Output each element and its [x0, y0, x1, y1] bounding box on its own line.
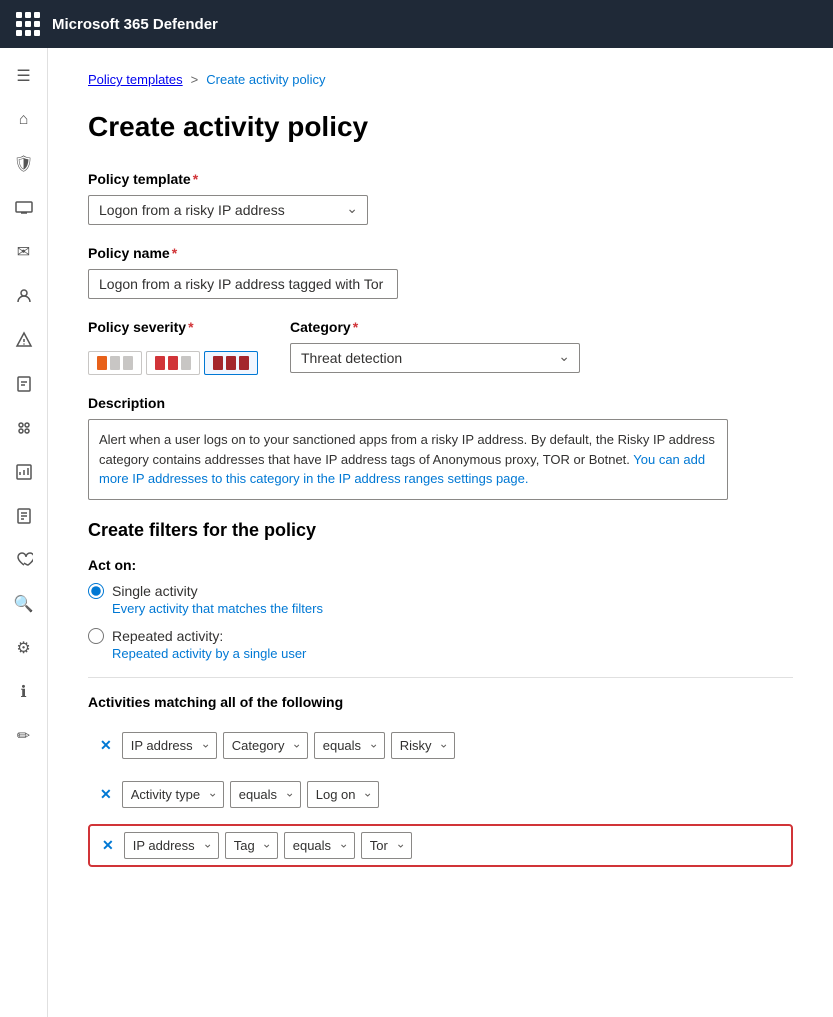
filter-row-2: ✕ Activity type equals Log on [88, 775, 793, 814]
filter-row-1: ✕ IP address Category equals Risky [88, 726, 793, 765]
filter-3-field3-select[interactable]: equals [284, 832, 355, 859]
settings-icon[interactable]: ⚙ [4, 628, 44, 668]
single-activity-radio[interactable] [88, 583, 104, 599]
severity-options [88, 351, 258, 375]
category-section: Category* Threat detection [290, 319, 580, 373]
apps-icon[interactable] [4, 408, 44, 448]
breadcrumb-parent[interactable]: Policy templates [88, 72, 183, 87]
section-divider [88, 677, 793, 678]
breadcrumb: Policy templates > Create activity polic… [88, 72, 793, 87]
severity-category-row: Policy severity* Category* [88, 319, 793, 375]
filter-1-field4-wrapper: Risky [391, 732, 455, 759]
severity-label: Policy severity* [88, 319, 258, 335]
page-title: Create activity policy [88, 111, 793, 143]
filter-3-field4-select[interactable]: Tor [361, 832, 412, 859]
severity-high-button[interactable] [204, 351, 258, 375]
description-label: Description [88, 395, 793, 411]
category-select[interactable]: Threat detection [290, 343, 580, 373]
app-title: Microsoft 365 Defender [52, 16, 218, 33]
description-text: Alert when a user logs on to your sancti… [88, 419, 728, 500]
severity-low-button[interactable] [88, 351, 142, 375]
filter-1-remove-button[interactable]: ✕ [96, 735, 116, 756]
filter-3-field2-wrapper: Tag [225, 832, 278, 859]
info-icon[interactable]: ℹ [4, 672, 44, 712]
single-activity-option: Single activity Every activity that matc… [88, 583, 793, 616]
filter-3-field1-select[interactable]: IP address [124, 832, 219, 859]
filter-3-remove-button[interactable]: ✕ [98, 835, 118, 856]
topbar: Microsoft 365 Defender [0, 0, 833, 48]
search-icon[interactable]: 🔍 [4, 584, 44, 624]
home-icon[interactable]: ⌂ [4, 100, 44, 140]
repeated-activity-option: Repeated activity: Repeated activity by … [88, 628, 793, 661]
filter-2-field2-select[interactable]: equals [230, 781, 301, 808]
repeated-activity-radio[interactable] [88, 628, 104, 644]
filter-1-field4-select[interactable]: Risky [391, 732, 455, 759]
repeated-activity-sublabel: Repeated activity by a single user [112, 646, 793, 661]
reports-icon[interactable] [4, 452, 44, 492]
category-select-wrapper: Threat detection [290, 343, 580, 373]
policy-name-input[interactable] [88, 269, 398, 299]
repeated-activity-label: Repeated activity: [112, 628, 223, 644]
policy-name-section: Policy name* [88, 245, 793, 299]
email-icon[interactable]: ✉ [4, 232, 44, 272]
policy-template-select-wrapper: Logon from a risky IP address [88, 195, 368, 225]
filter-1-field1-wrapper: IP address [122, 732, 217, 759]
filter-3-field1-wrapper: IP address [124, 832, 219, 859]
policy-template-section: Policy template* Logon from a risky IP a… [88, 171, 793, 225]
breadcrumb-current: Create activity policy [206, 72, 325, 87]
breadcrumb-separator: > [191, 72, 199, 87]
compliance-icon[interactable] [4, 364, 44, 404]
filter-1-field2-select[interactable]: Category [223, 732, 308, 759]
single-activity-sublabel: Every activity that matches the filters [112, 601, 793, 616]
act-on-label: Act on: [88, 557, 793, 573]
filter-2-remove-button[interactable]: ✕ [96, 784, 116, 805]
identity-icon[interactable] [4, 276, 44, 316]
filter-2-field1-wrapper: Activity type [122, 781, 224, 808]
filter-1-field3-select[interactable]: equals [314, 732, 385, 759]
create-filters-heading: Create filters for the policy [88, 520, 793, 541]
filter-3-field4-wrapper: Tor [361, 832, 412, 859]
device-icon[interactable] [4, 188, 44, 228]
sidebar: ☰ ⌂ 🛡 ✉ 🔍 ⚙ ℹ ✏ [0, 48, 48, 1017]
filter-2-field2-wrapper: equals [230, 781, 301, 808]
filter-1-field2-wrapper: Category [223, 732, 308, 759]
filter-3-field3-wrapper: equals [284, 832, 355, 859]
activities-heading: Activities matching all of the following [88, 694, 793, 710]
policy-template-select[interactable]: Logon from a risky IP address [88, 195, 368, 225]
filter-1-field1-select[interactable]: IP address [122, 732, 217, 759]
filter-2-field3-wrapper: Log on [307, 781, 379, 808]
vulnerability-icon[interactable] [4, 320, 44, 360]
menu-icon[interactable]: ☰ [4, 56, 44, 96]
severity-medium-button[interactable] [146, 351, 200, 375]
main-content: Policy templates > Create activity polic… [48, 48, 833, 1017]
app-launcher-icon[interactable] [16, 12, 40, 36]
description-link[interactable]: You can add more IP addresses to this ca… [99, 452, 705, 487]
filter-row-3: ✕ IP address Tag equals Tor [88, 824, 793, 867]
shield-icon[interactable]: 🛡 [4, 144, 44, 184]
policy-name-label: Policy name* [88, 245, 793, 261]
edit-icon[interactable]: ✏ [4, 716, 44, 756]
filter-3-field2-select[interactable]: Tag [225, 832, 278, 859]
audit-icon[interactable] [4, 496, 44, 536]
category-label: Category* [290, 319, 580, 335]
act-on-section: Act on: Single activity Every activity t… [88, 557, 793, 661]
health-icon[interactable] [4, 540, 44, 580]
filter-2-field1-select[interactable]: Activity type [122, 781, 224, 808]
filter-2-field3-select[interactable]: Log on [307, 781, 379, 808]
severity-section: Policy severity* [88, 319, 258, 375]
description-section: Description Alert when a user logs on to… [88, 395, 793, 500]
single-activity-label: Single activity [112, 583, 198, 599]
policy-template-label: Policy template* [88, 171, 793, 187]
filter-1-field3-wrapper: equals [314, 732, 385, 759]
